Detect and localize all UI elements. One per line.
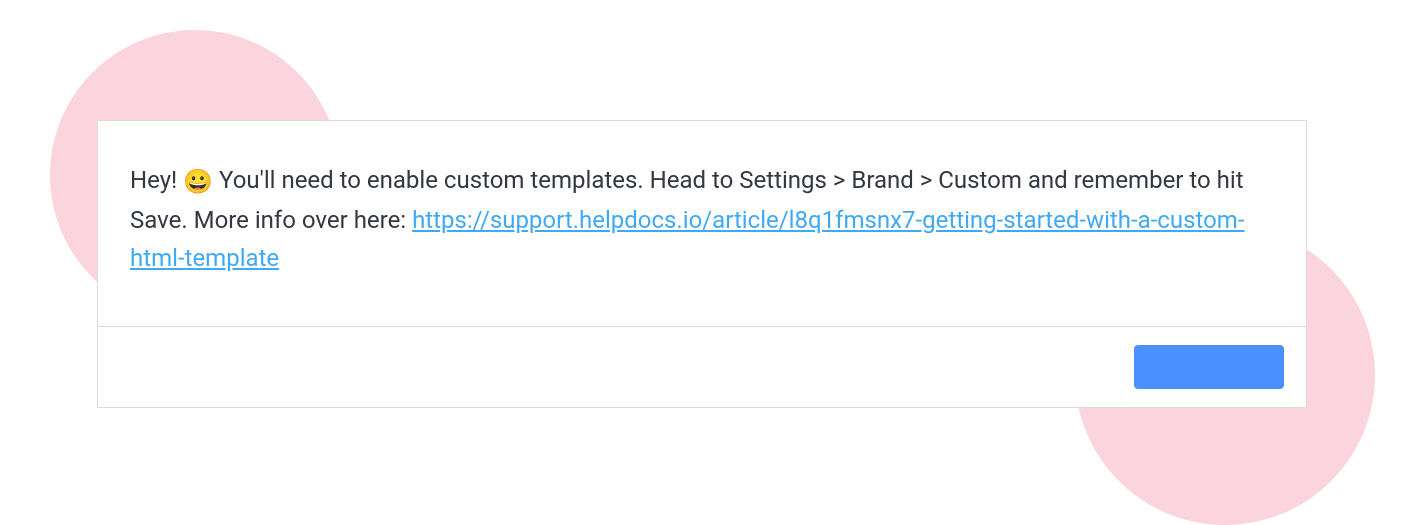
smile-emoji-icon: 😀: [183, 167, 213, 195]
notification-footer: [98, 326, 1306, 407]
notification-card: Hey! 😀 You'll need to enable custom temp…: [97, 120, 1307, 408]
notification-body: Hey! 😀 You'll need to enable custom temp…: [98, 121, 1306, 326]
message-prefix: Hey!: [130, 166, 183, 194]
primary-action-button[interactable]: [1134, 345, 1284, 389]
